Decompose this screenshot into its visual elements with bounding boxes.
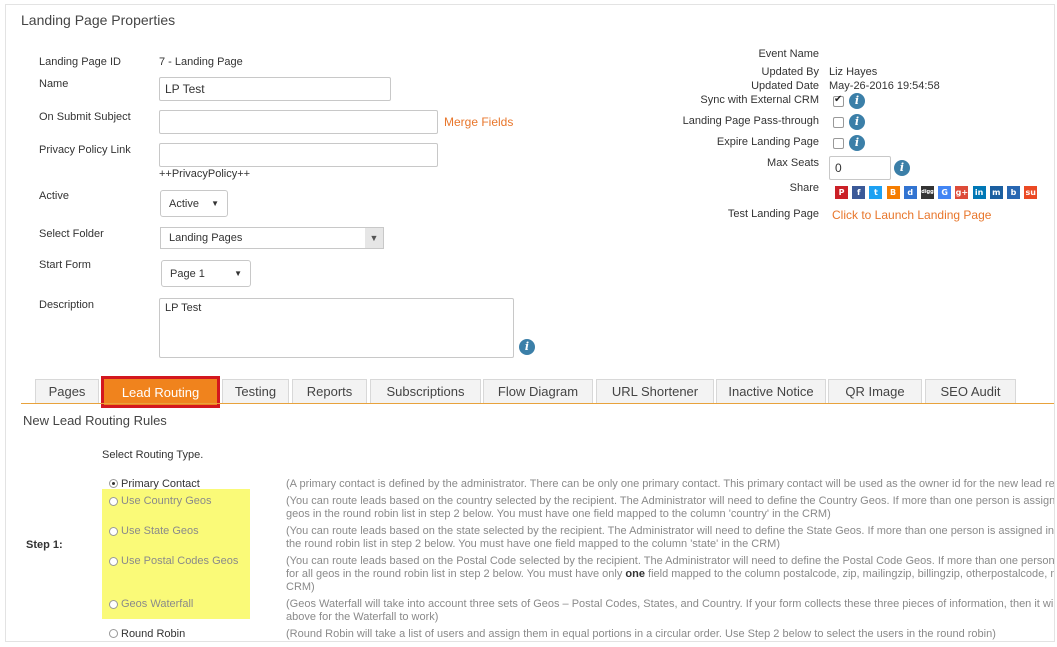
description-label: Description	[39, 299, 95, 311]
myspace-icon[interactable]: m	[989, 186, 1003, 199]
postal-geos-label: Use Postal Codes Geos	[121, 555, 239, 567]
primary-contact-radio[interactable]	[109, 479, 118, 488]
active-select-value: Active	[169, 197, 199, 210]
googleplus-icon[interactable]: g+	[955, 186, 969, 199]
launch-landing-page-link[interactable]: Click to Launch Landing Page	[832, 208, 991, 222]
event-name-label: Event Name	[758, 48, 819, 60]
info-icon[interactable]: i	[849, 93, 865, 109]
state-geos-radio[interactable]	[109, 527, 118, 536]
privacy-policy-hint: ++PrivacyPolicy++	[159, 168, 251, 180]
tab-testing[interactable]: Testing	[222, 379, 289, 403]
geos-waterfall-description-line1: (Geos Waterfall will take into account t…	[286, 598, 1055, 610]
round-robin-description: (Round Robin will take a list of users a…	[286, 628, 996, 640]
updated-date-value: May-26-2016 19:54:58	[829, 80, 940, 92]
landing-page-id-value: 7 - Landing Page	[159, 56, 243, 68]
linkedin-icon[interactable]: in	[972, 186, 986, 199]
info-icon[interactable]: i	[894, 160, 910, 176]
updated-by-value: Liz Hayes	[829, 66, 878, 78]
landing-page-id-label: Landing Page ID	[39, 56, 121, 68]
landing-page-properties-panel: Landing Page Properties Landing Page ID …	[5, 4, 1055, 642]
active-select[interactable]: Active ▼	[160, 190, 228, 217]
merge-fields-link[interactable]: Merge Fields	[444, 115, 513, 129]
twitter-icon[interactable]: t	[869, 186, 883, 199]
pinterest-icon[interactable]: P	[835, 186, 848, 199]
folder-select[interactable]: Landing Pages ▼	[160, 227, 384, 249]
country-geos-label: Use Country Geos	[121, 495, 212, 507]
lead-routing-section-title: New Lead Routing Rules	[23, 413, 167, 428]
primary-contact-description: (A primary contact is defined by the adm…	[286, 478, 1055, 490]
on-submit-subject-label: On Submit Subject	[39, 111, 131, 123]
start-form-select-value: Page 1	[170, 267, 205, 280]
folder-select-value: Landing Pages	[169, 232, 243, 244]
select-routing-type-label: Select Routing Type.	[102, 449, 204, 461]
name-label: Name	[39, 78, 69, 90]
start-form-label: Start Form	[39, 259, 91, 271]
facebook-icon[interactable]: f	[852, 186, 866, 199]
sync-crm-label: Sync with External CRM	[700, 94, 819, 106]
page-title: Landing Page Properties	[21, 12, 176, 28]
tab-qr-image[interactable]: QR Image	[828, 379, 922, 403]
info-icon[interactable]: i	[519, 339, 535, 355]
expire-landing-page-checkbox[interactable]	[833, 138, 844, 149]
country-geos-radio[interactable]	[109, 497, 118, 506]
tab-subscriptions[interactable]: Subscriptions	[370, 379, 481, 403]
postal-geos-radio[interactable]	[109, 557, 118, 566]
geos-waterfall-description-line2: above for the Waterfall to work)	[286, 611, 439, 623]
active-label: Active	[39, 190, 69, 202]
on-submit-subject-input[interactable]	[159, 110, 438, 134]
pass-through-checkbox[interactable]	[833, 117, 844, 128]
primary-contact-label: Primary Contact	[121, 478, 200, 490]
postal-geos-description-line3: CRM)	[286, 581, 315, 593]
postal-geos-description-line1: (You can route leads based on the Postal…	[286, 555, 1055, 567]
test-landing-page-label: Test Landing Page	[727, 208, 819, 220]
step-1-label: Step 1:	[26, 539, 63, 551]
state-geos-label: Use State Geos	[121, 525, 199, 537]
tab-pages[interactable]: Pages	[35, 379, 99, 403]
chevron-down-icon: ▼	[365, 228, 383, 248]
select-folder-label: Select Folder	[39, 228, 104, 240]
stumbleupon-icon[interactable]: su	[1024, 186, 1038, 199]
bookmark-icon[interactable]: b	[1007, 186, 1020, 199]
info-icon[interactable]: i	[849, 114, 865, 130]
blogger-icon[interactable]: B	[886, 186, 900, 199]
sync-crm-checkbox[interactable]	[833, 94, 844, 107]
pass-through-label: Landing Page Pass-through	[682, 115, 819, 127]
updated-date-label: Updated Date	[751, 80, 819, 92]
info-icon[interactable]: i	[849, 135, 865, 151]
privacy-policy-link-label: Privacy Policy Link	[39, 144, 131, 156]
tab-reports[interactable]: Reports	[292, 379, 367, 403]
round-robin-label: Round Robin	[121, 628, 186, 640]
digg-icon[interactable]: digg	[921, 186, 934, 199]
geos-waterfall-radio[interactable]	[109, 600, 118, 609]
delicious-icon[interactable]: d	[903, 186, 917, 199]
description-textarea[interactable]: LP Test	[159, 298, 514, 358]
tab-flow-diagram[interactable]: Flow Diagram	[483, 379, 593, 403]
start-form-select[interactable]: Page 1 ▼	[161, 260, 251, 287]
country-geos-description-line1: (You can route leads based on the countr…	[286, 495, 1055, 507]
geos-waterfall-label: Geos Waterfall	[121, 598, 194, 610]
tab-seo-audit[interactable]: SEO Audit	[925, 379, 1016, 403]
share-label: Share	[789, 182, 819, 194]
max-seats-label: Max Seats	[767, 157, 819, 169]
tab-inactive-notice[interactable]: Inactive Notice	[716, 379, 826, 403]
round-robin-radio[interactable]	[109, 629, 118, 638]
name-input[interactable]	[159, 77, 391, 101]
chevron-down-icon: ▼	[234, 269, 242, 278]
state-geos-description-line2: the round robin list in step 2 below. Yo…	[286, 538, 780, 550]
updated-by-label: Updated By	[761, 66, 819, 78]
google-icon[interactable]: G	[938, 186, 952, 199]
max-seats-input[interactable]	[829, 156, 891, 180]
tabs-divider	[21, 403, 1054, 404]
privacy-policy-link-input[interactable]	[159, 143, 438, 167]
country-geos-description-line2: geos in the round robin list in step 2 b…	[286, 508, 831, 520]
tab-url-shortener[interactable]: URL Shortener	[596, 379, 714, 403]
postal-geos-description-line2: for all geos in the round robin list in …	[286, 568, 1055, 580]
state-geos-description-line1: (You can route leads based on the state …	[286, 525, 1055, 537]
expire-landing-page-label: Expire Landing Page	[716, 136, 819, 148]
chevron-down-icon: ▼	[211, 199, 219, 208]
